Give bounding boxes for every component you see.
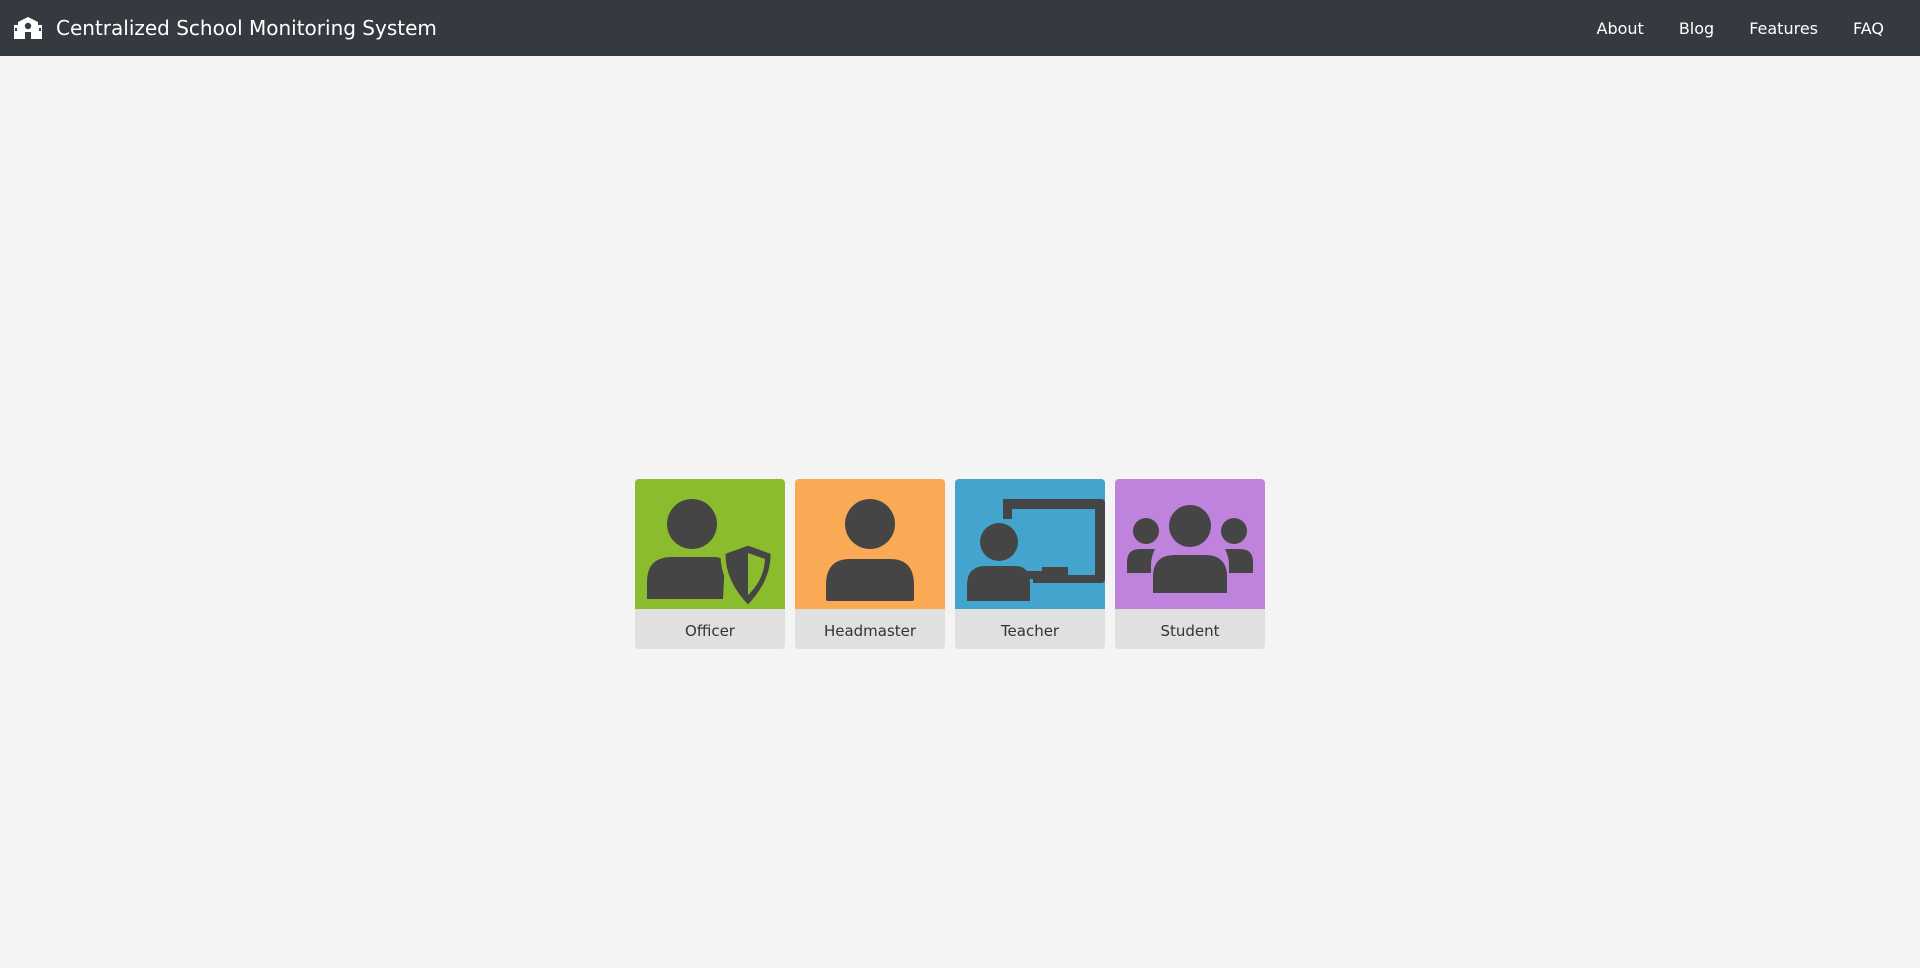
users-icon — [1127, 503, 1253, 595]
navbar: Centralized School Monitoring System Abo… — [0, 0, 1920, 56]
school-icon — [14, 16, 42, 40]
chalkboard-teacher-icon — [967, 499, 1105, 601]
role-tile-headmaster[interactable]: Headmaster — [795, 479, 945, 649]
tile-header-officer — [635, 479, 785, 609]
role-label: Teacher — [1000, 622, 1060, 640]
nav-link-features[interactable]: Features — [1749, 19, 1818, 38]
tile-header-teacher — [955, 479, 1105, 609]
role-label: Officer — [685, 622, 735, 640]
page-title: Centralized School Monitoring System — [56, 16, 437, 40]
user-icon — [826, 499, 914, 601]
nav-link-faq[interactable]: FAQ — [1853, 19, 1884, 38]
tile-header-headmaster — [795, 479, 945, 609]
nav-links: About Blog Features FAQ — [1597, 0, 1920, 56]
user-shield-icon — [647, 499, 776, 609]
role-label: Headmaster — [823, 622, 917, 640]
nav-link-about[interactable]: About — [1597, 19, 1644, 38]
role-tile-officer[interactable]: Officer — [635, 479, 785, 649]
role-tile-teacher[interactable]: Teacher — [955, 479, 1105, 649]
nav-link-blog[interactable]: Blog — [1679, 19, 1714, 38]
role-label: Student — [1160, 622, 1220, 640]
tile-header-student — [1115, 479, 1265, 609]
role-tile-student[interactable]: Student — [1115, 479, 1265, 649]
role-tiles: Officer Headmaster Teacher Student — [635, 479, 1265, 649]
brand-link[interactable]: Centralized School Monitoring System — [14, 0, 437, 56]
